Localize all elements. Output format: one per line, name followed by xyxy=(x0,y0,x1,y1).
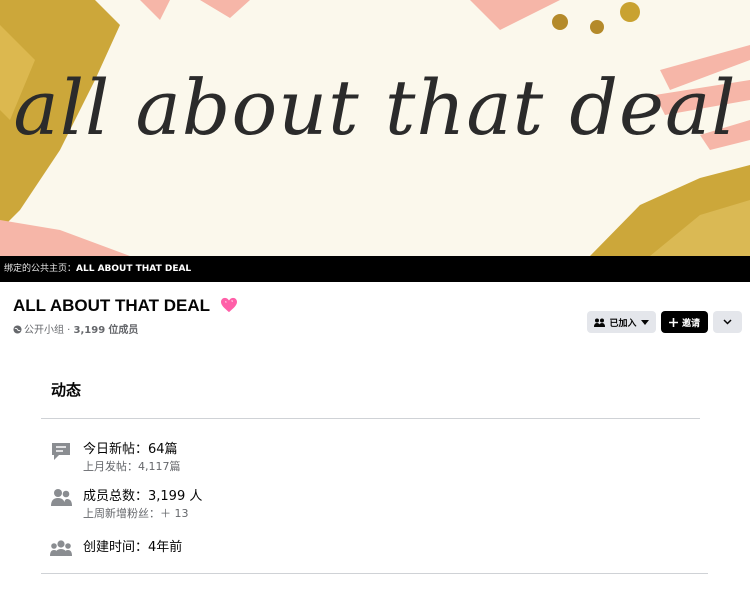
joined-label: 已加入 xyxy=(609,318,637,329)
chevron-down-icon xyxy=(723,319,732,325)
linked-page-prefix: 绑定的公共主页： xyxy=(4,264,77,274)
caret-down-icon xyxy=(640,319,649,325)
meta-separator: · xyxy=(64,325,74,336)
group-name-text[interactable]: ALL ABOUT THAT DEAL xyxy=(13,296,210,315)
invite-button[interactable]: 邀请 xyxy=(661,311,708,333)
group-icon xyxy=(50,540,72,556)
linked-page-link[interactable]: ALL ABOUT THAT DEAL xyxy=(76,264,191,274)
chat-icon xyxy=(52,443,70,460)
cover-photo[interactable]: all about that deal xyxy=(0,0,750,256)
activity-title: 动态 xyxy=(51,381,82,399)
sparkling-heart-icon xyxy=(221,297,238,313)
globe-icon xyxy=(13,325,22,334)
joined-button[interactable]: 已加入 xyxy=(587,311,656,333)
more-options-button[interactable] xyxy=(713,311,742,333)
stat-posts-primary: 今日新帖：64篇 xyxy=(83,442,178,457)
stat-created-primary: 创建时间：4年前 xyxy=(83,540,183,555)
group-title: ALL ABOUT THAT DEAL xyxy=(13,296,238,316)
cover-title: all about that deal xyxy=(13,63,737,152)
member-count[interactable]: 3,199 xyxy=(74,325,106,336)
activity-divider-bottom xyxy=(41,573,708,574)
group-meta: 公开小组 · 3,199 位成员 xyxy=(13,321,138,336)
members-icon xyxy=(51,489,72,506)
stat-members-primary: 成员总数：3,199 人 xyxy=(83,489,203,504)
linked-page-bar: 绑定的公共主页：ALL ABOUT THAT DEAL xyxy=(0,256,750,282)
member-label[interactable]: 位成员 xyxy=(108,325,138,336)
plus-icon xyxy=(668,317,678,327)
invite-label: 邀请 xyxy=(681,318,700,329)
members-icon xyxy=(594,318,606,327)
privacy-label[interactable]: 公开小组 xyxy=(24,325,64,336)
stat-posts-secondary: 上月发帖：4,117篇 xyxy=(83,460,181,473)
activity-divider-top xyxy=(41,418,700,419)
stat-members-secondary: 上周新增粉丝：＋ 13 xyxy=(83,507,189,520)
